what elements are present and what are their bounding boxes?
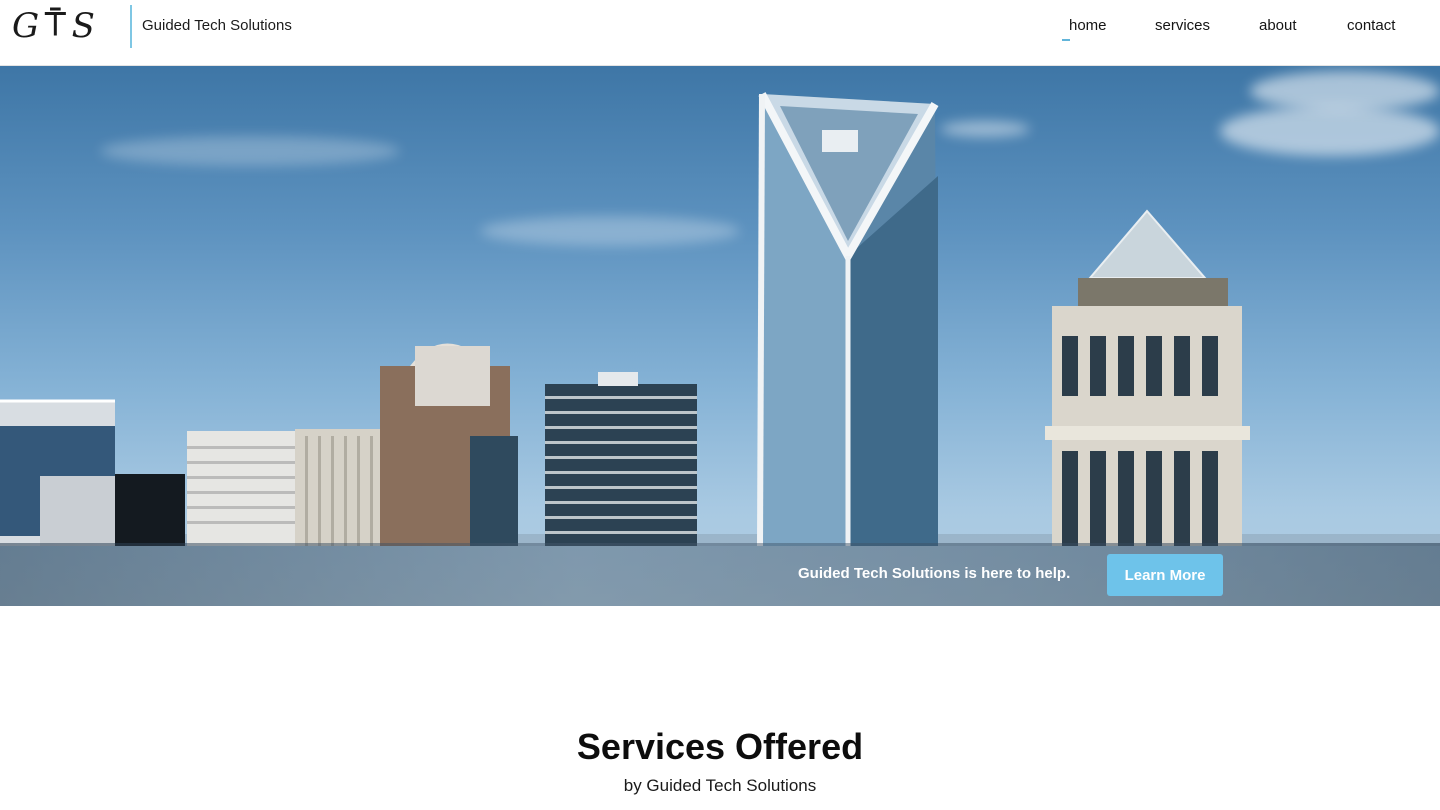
hero-image: Guided Tech Solutions is here to help. L… xyxy=(0,66,1440,606)
site-header: G⍑S Guided Tech Solutions home services … xyxy=(0,0,1440,66)
pyramid-tower xyxy=(1045,209,1250,546)
nav-active-indicator xyxy=(1062,39,1070,41)
learn-more-button[interactable]: Learn More xyxy=(1107,554,1223,596)
main-tower xyxy=(757,92,939,547)
services-subtitle: by Guided Tech Solutions xyxy=(623,776,817,795)
services-title: Services Offered xyxy=(576,726,864,767)
nav-link-contact[interactable]: contact xyxy=(1347,17,1395,34)
brand-name[interactable]: Guided Tech Solutions xyxy=(142,17,292,34)
site-logo[interactable]: G⍑S xyxy=(12,4,124,48)
glass-residential xyxy=(545,384,697,546)
hero-banner-text: Guided Tech Solutions is here to help. xyxy=(798,565,1071,582)
nav-link-home[interactable]: home xyxy=(1069,17,1107,34)
dark-building xyxy=(115,474,185,546)
logo-divider xyxy=(130,5,132,48)
hero-banner xyxy=(0,543,1440,606)
skyline-illustration xyxy=(0,92,1440,547)
nav-link-about[interactable]: about xyxy=(1259,17,1297,34)
nav-link-services[interactable]: services xyxy=(1155,17,1210,34)
logo-figure-icon: ⍑ xyxy=(45,4,70,44)
